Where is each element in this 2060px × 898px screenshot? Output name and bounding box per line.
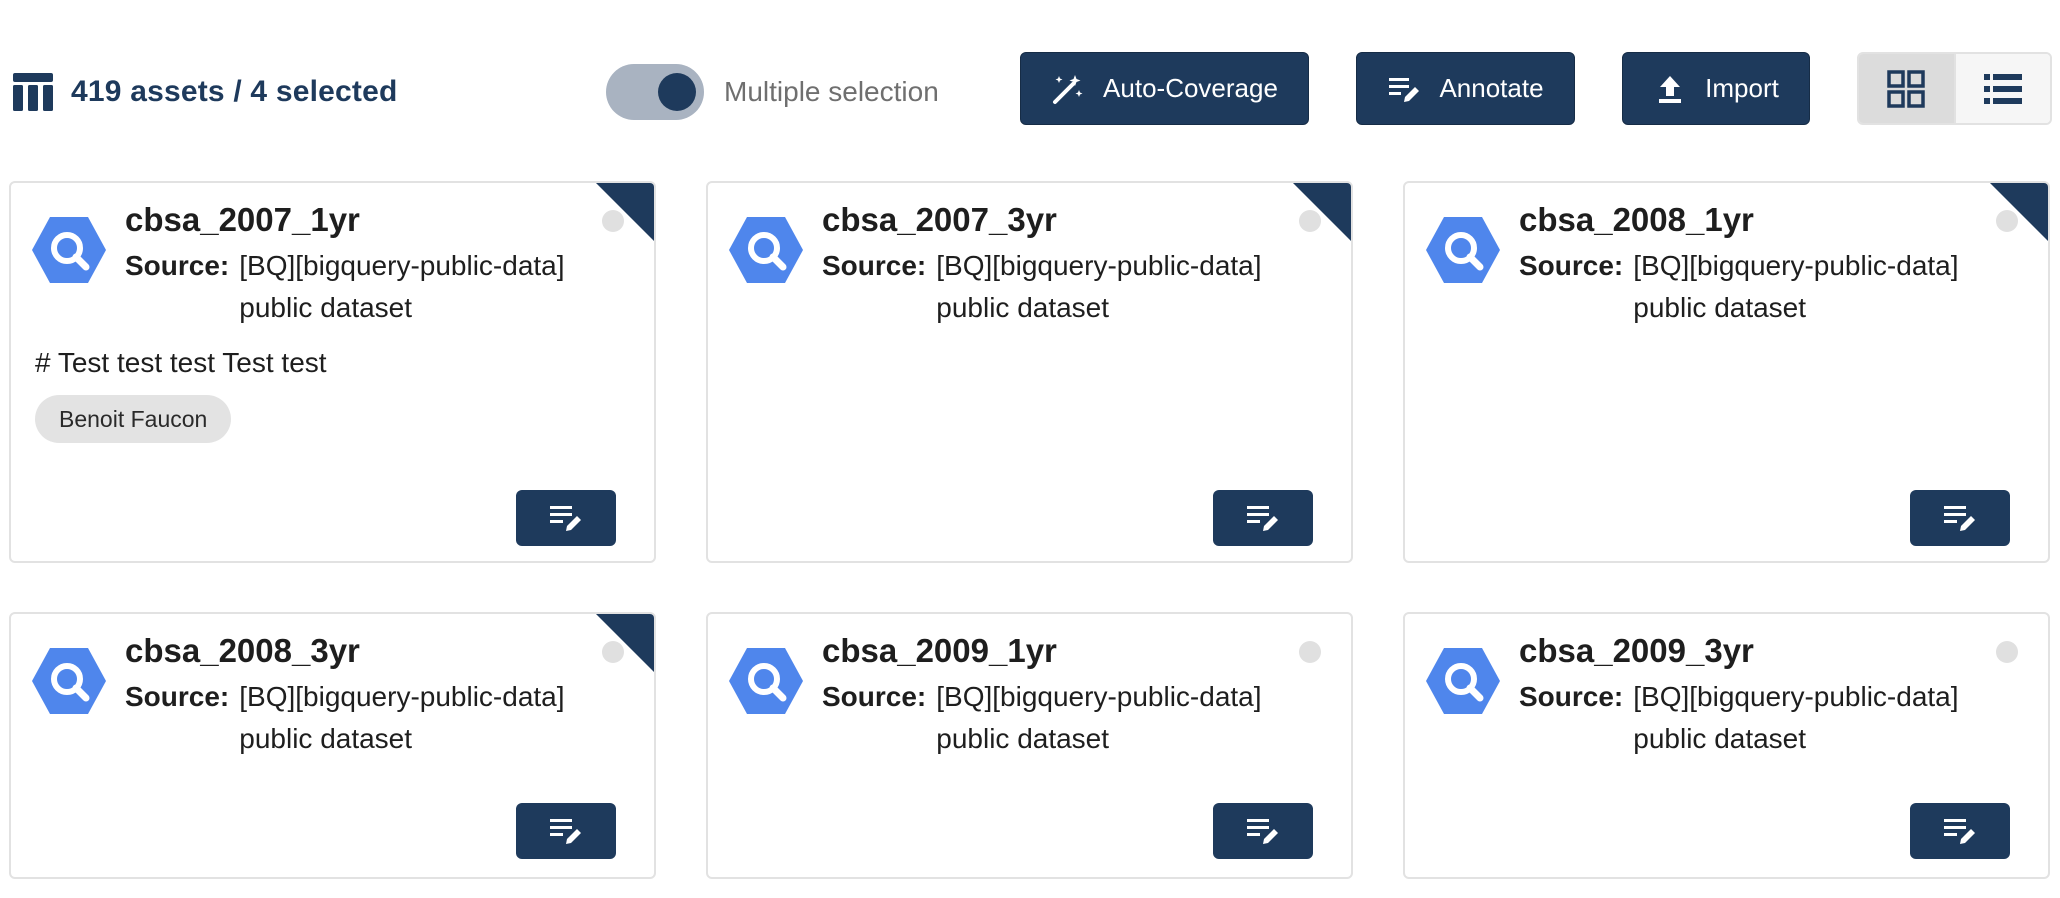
asset-source: Source: [BQ][bigquery-public-data] publi…: [1519, 245, 2019, 329]
asset-title[interactable]: cbsa_2009_3yr: [1519, 632, 1754, 670]
asset-source: Source: [BQ][bigquery-public-data] publi…: [822, 245, 1322, 329]
select-radio[interactable]: [1299, 210, 1321, 232]
annotate-icon: [1245, 815, 1281, 847]
source-label: Source:: [822, 250, 927, 281]
selected-corner-marker: [1291, 183, 1351, 243]
multiple-selection-control: Multiple selection: [606, 64, 939, 120]
annotate-icon: [548, 502, 584, 534]
asset-card[interactable]: cbsa_2009_1yr Source: [BQ][bigquery-publ…: [706, 612, 1353, 879]
annotate-icon: [1387, 72, 1421, 106]
bigquery-icon: [31, 646, 107, 716]
asset-title[interactable]: cbsa_2009_1yr: [822, 632, 1057, 670]
list-icon: [1983, 73, 2022, 105]
asset-source: Source: [BQ][bigquery-public-data] publi…: [1519, 676, 2019, 760]
select-radio[interactable]: [1299, 641, 1321, 663]
asset-title[interactable]: cbsa_2008_3yr: [125, 632, 360, 670]
card-annotate-button[interactable]: [516, 490, 616, 546]
list-view-button[interactable]: [1953, 54, 2050, 123]
table-icon: [13, 73, 53, 111]
auto-coverage-label: Auto-Coverage: [1103, 73, 1278, 103]
bigquery-icon: [1425, 215, 1501, 285]
asset-card[interactable]: cbsa_2007_1yr Source: [BQ][bigquery-publ…: [9, 181, 656, 563]
source-label: Source:: [1519, 681, 1624, 712]
toolbar: 419 assets / 4 selected Multiple selecti…: [0, 0, 2060, 170]
card-annotate-button[interactable]: [516, 803, 616, 859]
asset-title[interactable]: cbsa_2007_1yr: [125, 201, 360, 239]
bigquery-icon: [1425, 646, 1501, 716]
import-label: Import: [1705, 73, 1779, 103]
owner-tag[interactable]: Benoit Faucon: [35, 395, 232, 443]
source-label: Source:: [822, 681, 927, 712]
import-button[interactable]: Import: [1622, 52, 1810, 125]
select-radio[interactable]: [602, 210, 624, 232]
source-label: Source:: [125, 681, 230, 712]
asset-description: # Test test test Test test: [35, 347, 327, 378]
multiple-selection-toggle[interactable]: [606, 64, 704, 120]
asset-source: Source: [BQ][bigquery-public-data] publi…: [822, 676, 1322, 760]
asset-source: Source: [BQ][bigquery-public-data] publi…: [125, 676, 625, 760]
source-value: [BQ][bigquery-public-data] public datase…: [1633, 250, 1959, 323]
source-value: [BQ][bigquery-public-data] public datase…: [936, 250, 1262, 323]
upload-icon: [1653, 72, 1687, 106]
asset-card[interactable]: cbsa_2009_3yr Source: [BQ][bigquery-publ…: [1403, 612, 2050, 879]
select-radio[interactable]: [1996, 641, 2018, 663]
select-radio[interactable]: [1996, 210, 2018, 232]
bigquery-icon: [31, 215, 107, 285]
asset-summary: 419 assets / 4 selected: [13, 70, 398, 114]
bigquery-icon: [728, 215, 804, 285]
card-annotate-button[interactable]: [1910, 490, 2010, 546]
annotate-icon: [1942, 815, 1978, 847]
source-value: [BQ][bigquery-public-data] public datase…: [239, 681, 565, 754]
annotate-button[interactable]: Annotate: [1356, 52, 1575, 125]
card-annotate-button[interactable]: [1213, 803, 1313, 859]
annotate-icon: [1245, 502, 1281, 534]
annotate-icon: [1942, 502, 1978, 534]
bigquery-icon: [728, 646, 804, 716]
source-label: Source:: [1519, 250, 1624, 281]
selected-corner-marker: [594, 614, 654, 674]
magic-wand-icon: [1051, 72, 1085, 106]
source-value: [BQ][bigquery-public-data] public datase…: [1633, 681, 1959, 754]
toggle-knob: [658, 73, 696, 111]
grid-icon: [1887, 69, 1925, 108]
multiple-selection-label: Multiple selection: [724, 76, 939, 107]
view-mode-toggle: [1857, 52, 2052, 125]
selected-corner-marker: [1988, 183, 2048, 243]
source-label: Source:: [125, 250, 230, 281]
asset-card[interactable]: cbsa_2007_3yr Source: [BQ][bigquery-publ…: [706, 181, 1353, 563]
asset-title[interactable]: cbsa_2008_1yr: [1519, 201, 1754, 239]
select-radio[interactable]: [602, 641, 624, 663]
asset-source: Source: [BQ][bigquery-public-data] publi…: [125, 245, 625, 329]
annotate-label: Annotate: [1439, 73, 1544, 103]
auto-coverage-button[interactable]: Auto-Coverage: [1020, 52, 1309, 125]
annotate-icon: [548, 815, 584, 847]
card-annotate-button[interactable]: [1910, 803, 2010, 859]
asset-card[interactable]: cbsa_2008_1yr Source: [BQ][bigquery-publ…: [1403, 181, 2050, 563]
asset-card[interactable]: cbsa_2008_3yr Source: [BQ][bigquery-publ…: [9, 612, 656, 879]
card-annotate-button[interactable]: [1213, 490, 1313, 546]
source-value: [BQ][bigquery-public-data] public datase…: [936, 681, 1262, 754]
asset-title[interactable]: cbsa_2007_3yr: [822, 201, 1057, 239]
source-value: [BQ][bigquery-public-data] public datase…: [239, 250, 565, 323]
grid-view-button[interactable]: [1859, 54, 1954, 123]
asset-count-text: 419 assets / 4 selected: [71, 75, 398, 108]
selected-corner-marker: [594, 183, 654, 243]
